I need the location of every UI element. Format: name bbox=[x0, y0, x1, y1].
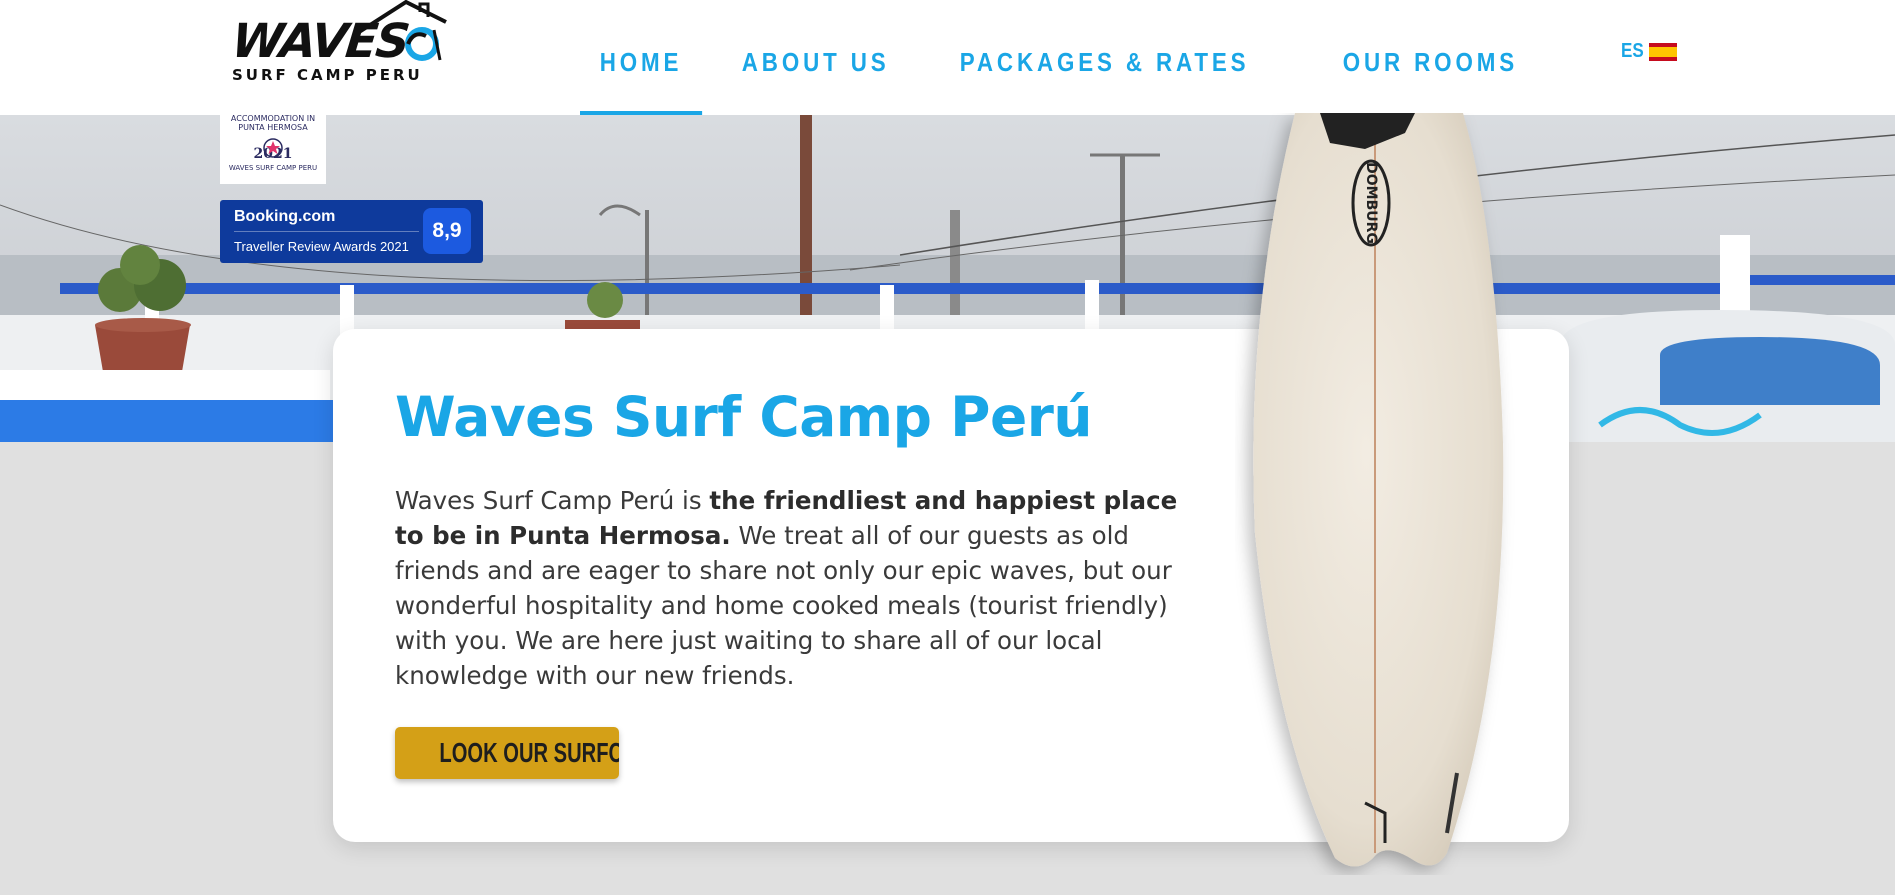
look-our-surfcamp-button[interactable]: LOOK OUR SURFCAMP bbox=[395, 727, 619, 779]
booking-score: 8,9 bbox=[423, 208, 471, 254]
spain-flag-icon bbox=[1648, 42, 1677, 61]
intro-text: Waves Surf Camp Perú is bbox=[395, 486, 710, 515]
nav-item-packages-rates[interactable]: PACKAGES & RATES bbox=[940, 0, 1269, 115]
award-footer: WAVES SURF CAMP PERU bbox=[228, 163, 318, 172]
nav-item-about-us[interactable]: ABOUT US bbox=[722, 0, 909, 115]
booking-brand: Booking.com bbox=[234, 208, 336, 225]
booking-award-badge[interactable]: Booking.com Traveller Review Awards 2021… bbox=[220, 200, 483, 263]
award-line-2: PUNTA HERMOSA bbox=[238, 122, 308, 132]
main-nav: HOME ABOUT US PACKAGES & RATES OUR ROOMS bbox=[580, 0, 1572, 115]
language-code: ES bbox=[1621, 40, 1644, 62]
booking-divider bbox=[234, 231, 419, 232]
surfboard-brand: DOMBURG bbox=[1363, 162, 1379, 244]
page-title: Waves Surf Camp Perú bbox=[395, 385, 1093, 449]
surfboard-image: DOMBURG bbox=[1253, 113, 1504, 867]
intro-paragraph: Waves Surf Camp Perú is the friendliest … bbox=[395, 483, 1195, 693]
language-switcher[interactable]: ES bbox=[1619, 40, 1677, 63]
logo-wordmark: WAVES bbox=[229, 14, 411, 69]
award-badge: ACCOMMODATION IN PUNTA HERMOSA 2021 WAVE… bbox=[220, 112, 326, 184]
nav-item-home[interactable]: HOME bbox=[580, 0, 703, 115]
booking-subtitle: Traveller Review Awards 2021 bbox=[234, 239, 409, 254]
cta-label: LOOK OUR SURFCAMP bbox=[439, 737, 619, 768]
laurel-star-icon bbox=[263, 138, 283, 158]
site-header: WAVES SURF CAMP PERU HOME ABOUT US PACKA… bbox=[0, 0, 1895, 115]
nav-item-our-rooms[interactable]: OUR ROOMS bbox=[1323, 0, 1538, 115]
logo-tagline: SURF CAMP PERU bbox=[232, 66, 423, 84]
site-logo[interactable]: WAVES SURF CAMP PERU bbox=[229, 0, 447, 90]
